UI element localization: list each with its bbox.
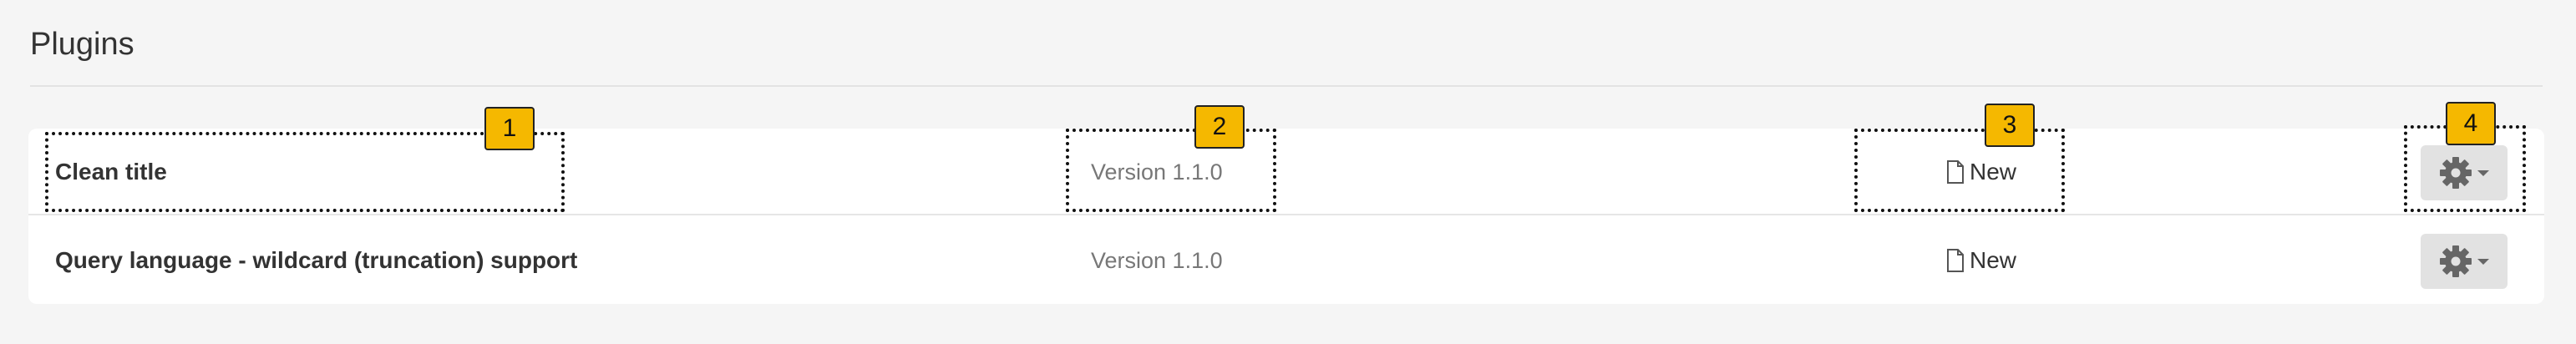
page-header: Plugins <box>30 0 2543 87</box>
annotation-badge: 4 <box>2446 102 2496 145</box>
annotation-box <box>1066 129 1276 212</box>
plugin-status: New <box>1946 217 2016 304</box>
document-icon <box>1947 249 1964 272</box>
annotation-badge: 3 <box>1985 104 2035 147</box>
plugin-settings-button[interactable] <box>2421 234 2508 289</box>
annotation-badge: 2 <box>1194 105 1245 149</box>
annotation-badge: 1 <box>484 107 535 150</box>
page-title: Plugins <box>30 27 134 62</box>
plugin-name: Query language - wildcard (truncation) s… <box>55 247 578 273</box>
plugin-version: Version 1.1.0 <box>1091 247 1223 273</box>
chevron-down-icon <box>2477 258 2489 265</box>
status-label: New <box>1970 247 2017 273</box>
list-item: Query language - wildcard (truncation) s… <box>28 217 2544 304</box>
gear-icon <box>2440 245 2472 277</box>
